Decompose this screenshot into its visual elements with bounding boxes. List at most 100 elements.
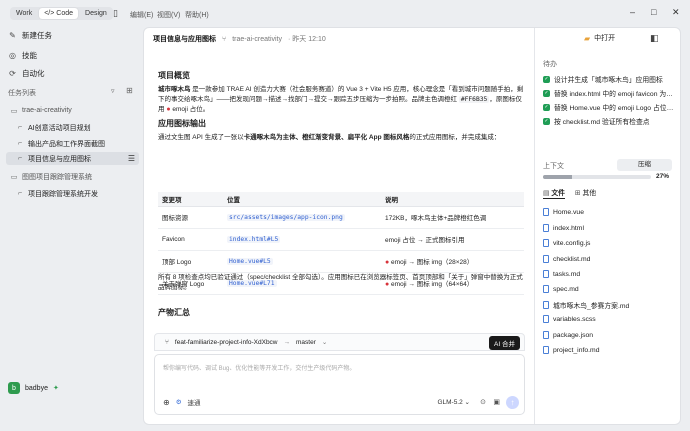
file-link[interactable]: Home.vue#L5 xyxy=(227,257,273,265)
table-cell: 顶部 Logo xyxy=(158,250,223,273)
group-tracking-system[interactable]: ▭ 图图项目跟踪管理系统 xyxy=(6,170,139,183)
file-item[interactable]: package.json xyxy=(543,331,593,339)
menu-help[interactable]: 帮助(H) xyxy=(185,10,209,20)
todo-item: ✓ 设计并生成「城市啄木鸟」应用图标 xyxy=(543,74,678,84)
todo-item: ✓ 替换 Home.vue 中的 emoji Logo 占位… xyxy=(543,102,678,112)
send-button[interactable]: ↑ xyxy=(506,396,519,409)
task-label: 项目信息与应用图标 xyxy=(28,155,91,163)
tab-other[interactable]: ⊞ 其他 xyxy=(575,187,596,199)
file-item[interactable]: spec.md xyxy=(543,285,579,293)
file-link[interactable]: src/assets/images/app-icon.png xyxy=(227,213,345,221)
file-item[interactable]: 城市啄木鸟_参赛方案.md xyxy=(543,300,629,310)
model-selector[interactable]: GLM-5.2 ⌄ xyxy=(437,398,470,406)
task-check-icon: ⌐ xyxy=(17,124,23,131)
todo-title: 待办 xyxy=(543,61,557,68)
sidebar-item-skills[interactable]: ◎ 技能 xyxy=(8,50,37,61)
task-item[interactable]: ⌐ 输出产品和工作界面截图 xyxy=(6,137,139,150)
open-in-button[interactable]: ▰ 中打开 xyxy=(584,33,615,43)
file-icon xyxy=(543,285,549,293)
context-progress xyxy=(543,175,651,179)
table-row: 图标资源 src/assets/images/app-icon.png 172K… xyxy=(158,206,524,229)
file-item[interactable]: vite.config.js xyxy=(543,239,590,247)
file-icon xyxy=(543,224,549,232)
sidebar-toggle-icon[interactable]: ▯ xyxy=(113,8,118,19)
mic-icon[interactable]: ⊙ xyxy=(480,398,486,406)
sidebar-item-label: 新建任务 xyxy=(22,31,52,40)
table-cell: Favicon xyxy=(158,228,223,251)
file-item[interactable]: Home.vue xyxy=(543,208,584,216)
file-icon xyxy=(543,315,549,323)
file-name: package.json xyxy=(553,331,594,339)
todo-label: 替换 Home.vue 中的 emoji Logo 占位… xyxy=(554,105,674,112)
table-header-row: 变更项 位置 说明 xyxy=(158,192,524,207)
group-label: 图图项目跟踪管理系统 xyxy=(22,173,92,181)
tab-files[interactable]: ▤ 文件 xyxy=(543,187,565,199)
mode-toggle: Work </> Code Design xyxy=(10,7,113,20)
file-icon xyxy=(543,239,549,247)
sidebar-item-new-task[interactable]: ✎ 新建任务 xyxy=(8,30,52,41)
compress-button[interactable]: 压缩 xyxy=(617,159,672,171)
task-item[interactable]: ⌐ 项目跟踪管理系统开发 xyxy=(6,187,139,200)
file-name: vite.config.js xyxy=(553,239,591,247)
speed-mode-toggle[interactable]: 速通 xyxy=(188,397,201,407)
file-item[interactable]: variables.scss xyxy=(543,315,596,323)
woodpecker-emoji-icon: ● xyxy=(385,259,390,266)
file-item[interactable]: index.html xyxy=(543,224,584,232)
message-content: 项目概览 城市啄木鸟 是一款参加 TRAE AI 创造力大赛（社会服务赛道）的 … xyxy=(158,70,525,143)
file-name: variables.scss xyxy=(553,315,596,323)
menu-view[interactable]: 视图(V) xyxy=(157,10,180,20)
sidebar-item-label: 技能 xyxy=(22,51,37,60)
check-icon: ✓ xyxy=(543,117,550,125)
heading-app-icon: 应用图标输出 xyxy=(158,119,206,128)
user-profile[interactable]: b badbye ✦ xyxy=(8,382,59,394)
grid-icon: ⊞ xyxy=(574,190,581,197)
icon-text: 通过文生图 API 生成了一张以 xyxy=(158,134,244,141)
sidebar-item-automation[interactable]: ⟳ 自动化 xyxy=(8,68,44,79)
ai-merge-button[interactable]: AI 合并 xyxy=(489,336,520,350)
table-cell: Home.vue#L5 xyxy=(223,250,381,273)
context-progress-fill xyxy=(543,175,573,179)
file-link[interactable]: index.html#L5 xyxy=(227,235,281,243)
table-row: Favicon index.html#L5 emoji 占位 → 正式图标引用 xyxy=(158,228,524,251)
file-name: index.html xyxy=(553,224,584,232)
mode-work[interactable]: Work xyxy=(11,8,37,19)
chat-input-placeholder[interactable]: 帮你编写代码、调试 Bug、优化性能等开发工作，交付生产级代码产物。 xyxy=(163,363,355,372)
branch-icon: ⑂ xyxy=(222,35,227,43)
branch-bar: ⑂ feat-familiarize-project-info-XdXbcw →… xyxy=(154,333,525,351)
task-item-active[interactable]: ⌐ 项目信息与应用图标 ☰ xyxy=(6,152,139,165)
mode-code[interactable]: </> Code xyxy=(39,8,79,19)
filter-icon[interactable]: ▿ xyxy=(111,87,115,95)
folder-icon: ▭ xyxy=(10,107,18,115)
list-icon[interactable]: ☰ xyxy=(128,154,135,163)
task-label: AI创意活动项目规划 xyxy=(28,124,91,132)
top-bar: Work </> Code Design ▯ 编辑(E) 视图(V) 帮助(H)… xyxy=(0,0,690,27)
file-icon: ▤ xyxy=(543,190,550,197)
new-folder-icon[interactable]: ⊞ xyxy=(126,86,133,95)
table-cell: emoji 占位 → 正式图标引用 xyxy=(381,228,524,251)
close-icon[interactable]: ✕ xyxy=(672,7,680,18)
menu-edit[interactable]: 编辑(E) xyxy=(130,10,153,20)
image-icon[interactable]: ▣ xyxy=(493,398,500,406)
chevron-down-icon[interactable]: ⌄ xyxy=(322,338,327,346)
table-cell: 图标资源 xyxy=(158,206,223,229)
group-label: trae-ai-creativity xyxy=(22,107,72,114)
file-item[interactable]: project_info.md xyxy=(543,346,599,354)
mode-design[interactable]: Design xyxy=(80,8,112,19)
avatar: b xyxy=(8,382,20,394)
group-trae-ai-creativity[interactable]: ▭ trae-ai-creativity xyxy=(6,104,139,117)
todo-label: 按 checklist.md 验证所有检查点 xyxy=(554,119,650,126)
file-item[interactable]: tasks.md xyxy=(543,270,580,278)
panel-toggle-icon[interactable]: ◧ xyxy=(650,33,659,44)
task-list-title: 任务列表 xyxy=(8,90,36,97)
minimize-icon[interactable]: – xyxy=(630,7,635,17)
file-icon xyxy=(543,208,549,216)
task-check-icon: ⌐ xyxy=(17,190,23,197)
folder-icon: ▰ xyxy=(584,33,591,43)
file-item[interactable]: checklist.md xyxy=(543,255,590,263)
task-item[interactable]: ⌐ AI创意活动项目规划 xyxy=(6,121,139,134)
attach-icon[interactable]: ⊕ xyxy=(163,398,170,407)
icon-text-bold: 卡通啄木鸟为主体、橙红渐变背景、扁平化 App 图标风格 xyxy=(243,134,410,141)
chat-input-box[interactable]: 帮你编写代码、调试 Bug、优化性能等开发工作，交付生产级代码产物。 ⊕ ⚙ 速… xyxy=(154,354,525,415)
table-cell: 172KB，啄木鸟主体+品牌橙红色调 xyxy=(381,206,524,229)
maximize-icon[interactable]: □ xyxy=(651,7,656,17)
